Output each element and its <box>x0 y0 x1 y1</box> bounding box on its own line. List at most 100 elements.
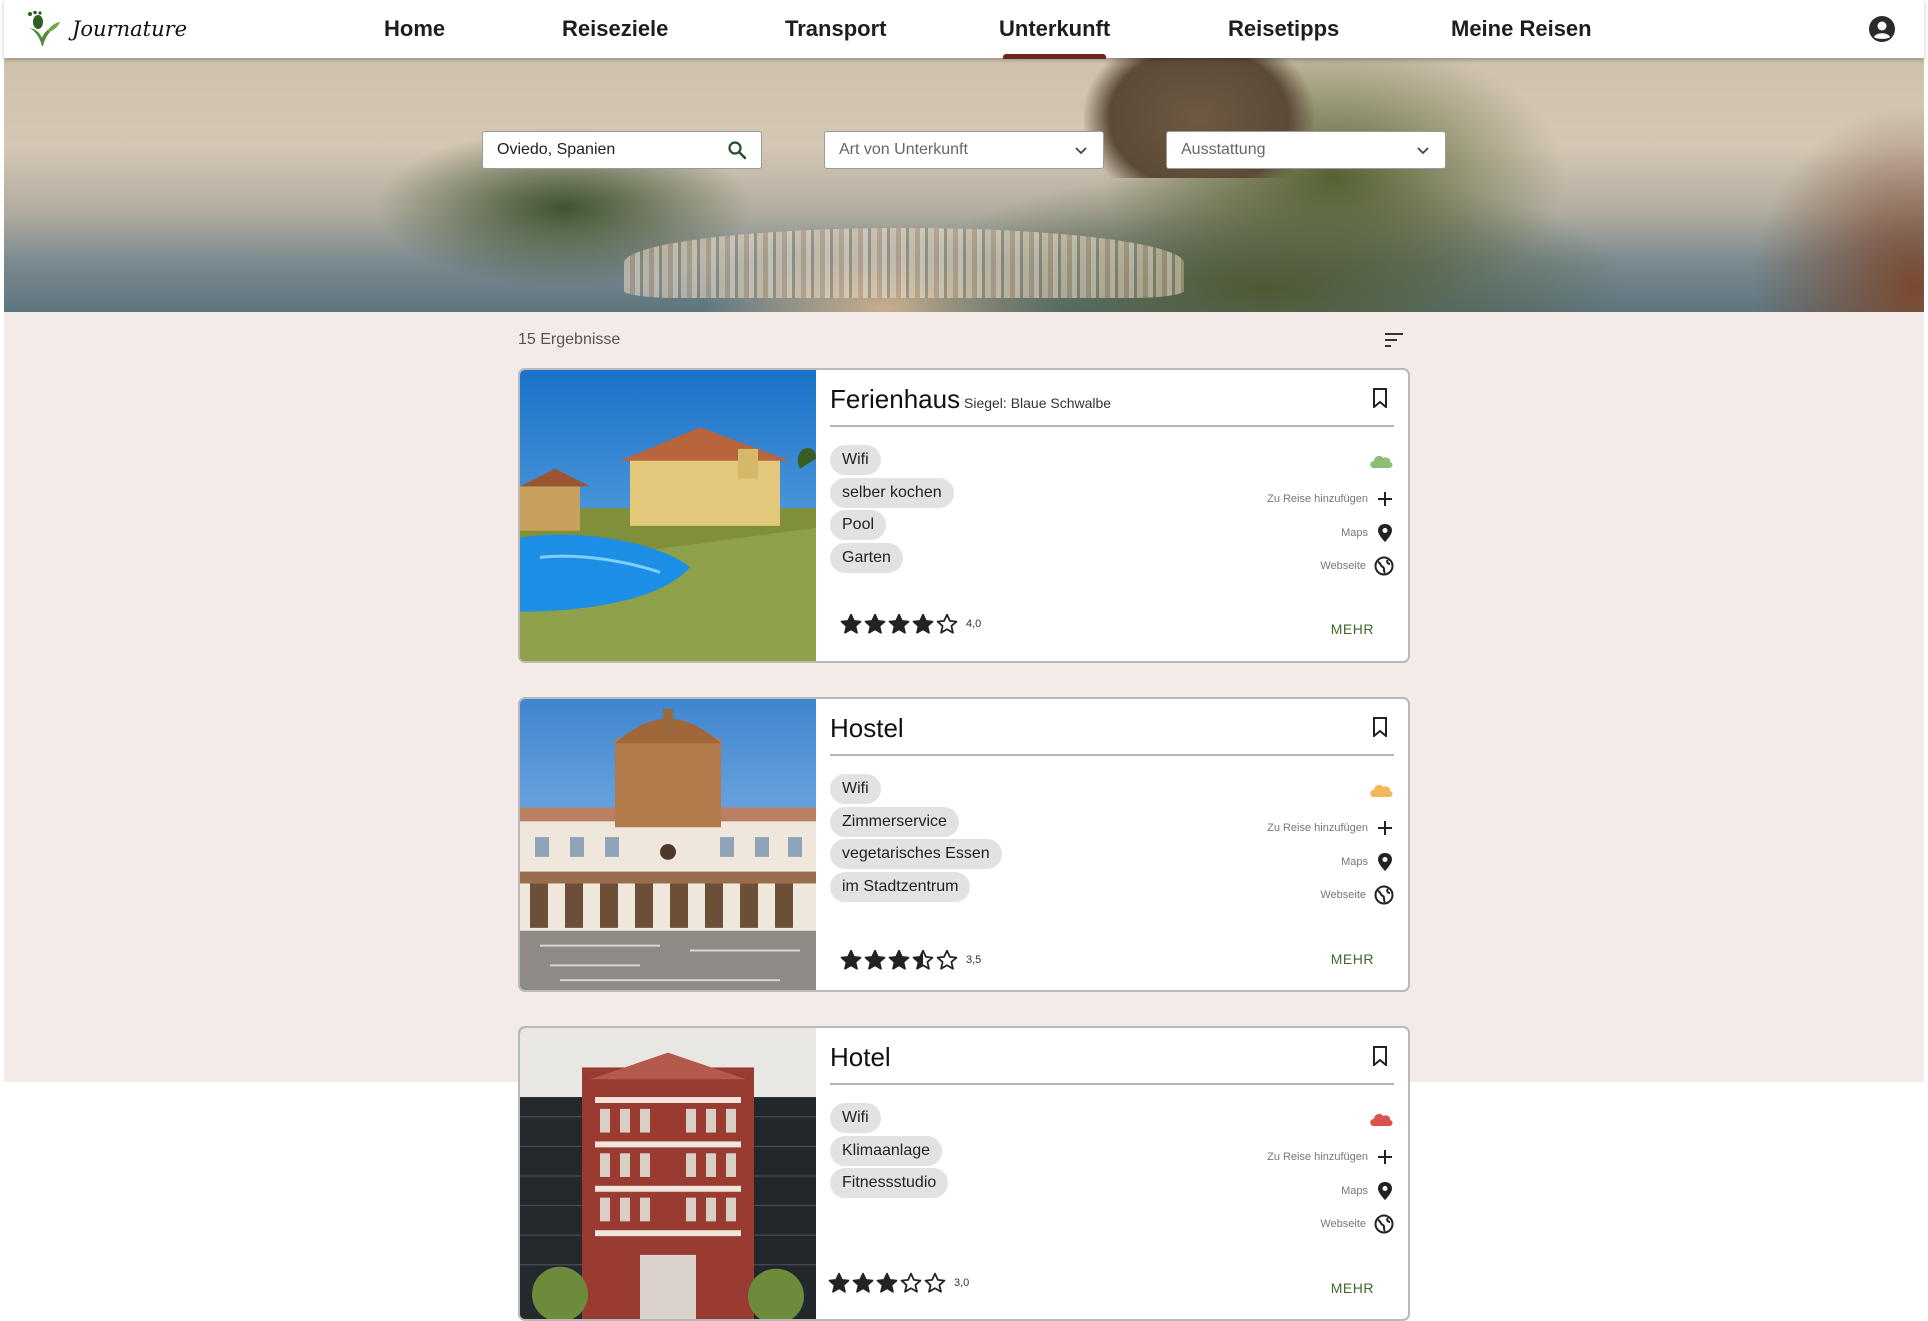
add-to-trip-label: Zu Reise hinzufügen <box>1267 1151 1368 1163</box>
star-empty-icon <box>936 949 958 970</box>
more-button[interactable]: MEHR <box>1331 951 1374 967</box>
star-empty-icon <box>924 1272 946 1293</box>
website-label: Webseite <box>1320 889 1366 901</box>
star-rating: 3,0 <box>828 1272 969 1294</box>
star-filled-icon <box>912 613 934 634</box>
amenity-chip: selber kochen <box>830 478 954 508</box>
accommodation-type-placeholder: Art von Unterkunft <box>839 141 968 158</box>
bookmark-icon[interactable] <box>1372 717 1388 737</box>
card-seal: Siegel: Blaue Schwalbe <box>964 395 1112 411</box>
nav-home[interactable]: Home <box>384 16 445 42</box>
nav-meine-reisen[interactable]: Meine Reisen <box>1451 16 1592 42</box>
cloud-status-icon <box>1370 455 1393 468</box>
amenity-chip: Fitnessstudio <box>830 1168 949 1198</box>
amenity-chip: Wifi <box>830 445 881 475</box>
accommodation-photo <box>520 370 816 661</box>
cloud-status-icon <box>1370 784 1393 797</box>
website-button[interactable]: Webseite <box>1320 1214 1394 1234</box>
maps-label: Maps <box>1341 1185 1368 1197</box>
title-divider <box>830 754 1394 756</box>
add-to-trip-button[interactable]: Zu Reise hinzufügen <box>1267 819 1394 837</box>
star-filled-icon <box>840 613 862 634</box>
star-filled-icon <box>864 613 886 634</box>
more-button[interactable]: MEHR <box>1331 621 1374 637</box>
chevron-down-icon <box>1417 147 1429 155</box>
card-title: Hostel <box>830 713 904 743</box>
accommodation-photo <box>520 1028 816 1319</box>
maps-button[interactable]: Maps <box>1341 523 1394 543</box>
add-to-trip-button[interactable]: Zu Reise hinzufügen <box>1267 1148 1394 1166</box>
location-search-field[interactable]: Oviedo, Spanien <box>482 131 762 169</box>
star-filled-icon <box>876 1272 898 1293</box>
nav-reisetipps[interactable]: Reisetipps <box>1228 16 1339 42</box>
title-divider <box>830 1083 1394 1085</box>
result-card[interactable]: Hotel Wifi Klimaanlage Fitnessstudio Zu … <box>518 1026 1410 1321</box>
hero-banner <box>4 58 1924 312</box>
maps-label: Maps <box>1341 527 1368 539</box>
star-filled-icon <box>840 949 862 970</box>
amenity-chip: Wifi <box>830 774 881 804</box>
plus-icon <box>1378 821 1392 835</box>
star-filled-icon <box>864 949 886 970</box>
amenities-select[interactable]: Ausstattung <box>1166 131 1446 169</box>
cloud-status-icon <box>1370 1113 1393 1126</box>
footprint-leaf-icon <box>28 10 60 46</box>
star-empty-icon <box>936 613 958 634</box>
accommodation-photo <box>520 699 816 990</box>
nav-transport[interactable]: Transport <box>785 16 886 42</box>
add-to-trip-button[interactable]: Zu Reise hinzufügen <box>1267 490 1394 508</box>
website-label: Webseite <box>1320 1218 1366 1230</box>
amenity-chip: Zimmerservice <box>830 807 959 837</box>
maps-button[interactable]: Maps <box>1341 1181 1394 1201</box>
add-to-trip-label: Zu Reise hinzufügen <box>1267 493 1368 505</box>
globe-icon <box>1374 1214 1394 1234</box>
amenity-chip: im Stadtzentrum <box>830 872 971 902</box>
amenity-chip: Garten <box>830 543 903 573</box>
star-filled-icon <box>852 1272 874 1293</box>
nav-reiseziele[interactable]: Reiseziele <box>562 16 668 42</box>
more-button[interactable]: MEHR <box>1331 1280 1374 1296</box>
website-button[interactable]: Webseite <box>1320 556 1394 576</box>
globe-icon <box>1374 556 1394 576</box>
result-card[interactable]: Hostel Wifi Zimmerservice vegetarisches … <box>518 697 1410 992</box>
map-pin-icon <box>1378 1182 1392 1200</box>
title-divider <box>830 425 1394 427</box>
bookmark-icon[interactable] <box>1372 1046 1388 1066</box>
star-filled-icon <box>888 949 910 970</box>
amenity-chip: vegetarisches Essen <box>830 839 1002 869</box>
star-rating: 3,5 <box>840 949 981 971</box>
hero-town <box>624 228 1184 298</box>
chevron-down-icon <box>1075 147 1087 155</box>
card-title: Ferienhaus <box>830 384 961 414</box>
nav-unterkunft[interactable]: Unterkunft <box>999 16 1110 59</box>
plus-icon <box>1378 1150 1392 1164</box>
globe-icon <box>1374 885 1394 905</box>
website-button[interactable]: Webseite <box>1320 885 1394 905</box>
logo-text: Journature <box>72 17 188 41</box>
amenities-placeholder: Ausstattung <box>1181 141 1266 158</box>
map-pin-icon <box>1378 524 1392 542</box>
result-card[interactable]: Ferienhaus Siegel: Blaue Schwalbe Wifi s… <box>518 368 1410 663</box>
location-search-value: Oviedo, Spanien <box>497 141 616 158</box>
accommodation-type-select[interactable]: Art von Unterkunft <box>824 131 1104 169</box>
map-pin-icon <box>1378 853 1392 871</box>
logo[interactable]: Journature <box>22 10 187 48</box>
maps-button[interactable]: Maps <box>1341 852 1394 872</box>
search-icon[interactable] <box>727 140 747 160</box>
account-icon[interactable] <box>1868 15 1896 43</box>
maps-label: Maps <box>1341 856 1368 868</box>
amenity-chip: Pool <box>830 510 887 540</box>
plus-icon <box>1378 492 1392 506</box>
rating-value: 3,5 <box>966 954 982 966</box>
top-navigation: Journature Home Reiseziele Transport Unt… <box>4 0 1924 59</box>
star-half-icon <box>912 949 934 970</box>
amenity-chip: Wifi <box>830 1103 881 1133</box>
sort-icon[interactable] <box>1384 331 1404 349</box>
bookmark-icon[interactable] <box>1372 388 1388 408</box>
results-count: 15 Ergebnisse <box>518 331 621 348</box>
rating-value: 4,0 <box>966 618 982 630</box>
add-to-trip-label: Zu Reise hinzufügen <box>1267 822 1368 834</box>
card-title: Hotel <box>830 1042 891 1072</box>
rating-value: 3,0 <box>954 1277 970 1289</box>
star-rating: 4,0 <box>840 613 981 635</box>
